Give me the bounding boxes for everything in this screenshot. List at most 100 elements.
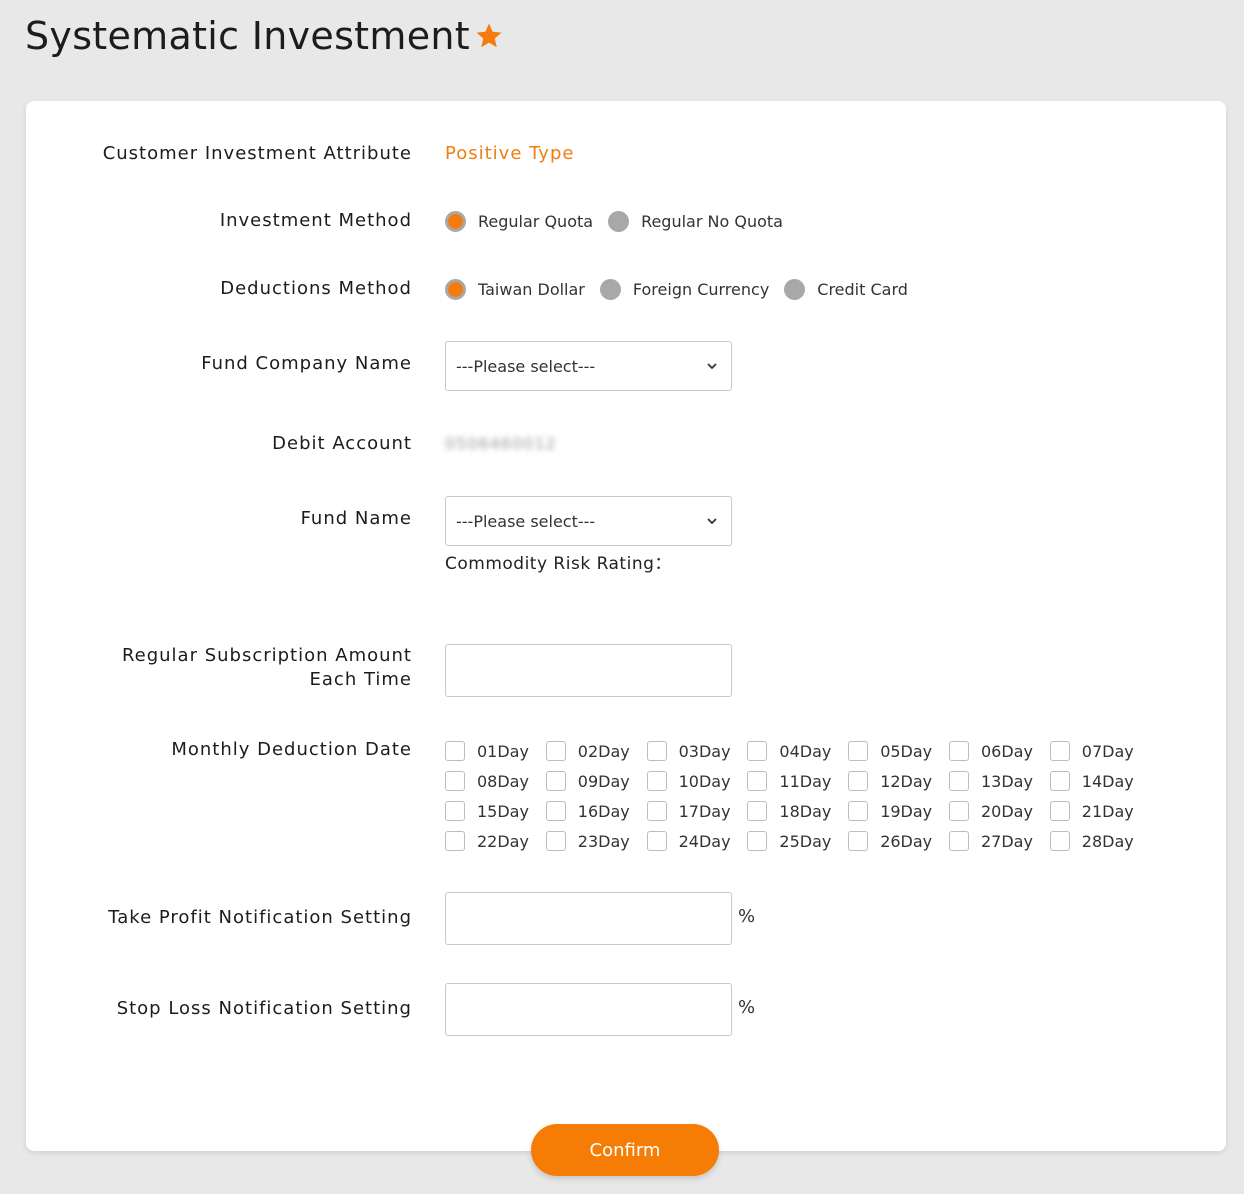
day-label: 22Day bbox=[477, 831, 529, 851]
checkbox-box bbox=[848, 831, 869, 851]
checkbox-box bbox=[1049, 771, 1070, 791]
day-checkbox-25[interactable]: 25Day bbox=[747, 830, 848, 852]
day-label: 07Day bbox=[1081, 741, 1134, 761]
day-checkbox-14[interactable]: 14Day bbox=[1049, 770, 1151, 792]
day-checkbox-12[interactable]: 12Day bbox=[848, 770, 949, 792]
day-label: 03Day bbox=[678, 741, 731, 761]
fund-company-selected: ---Please select--- bbox=[456, 356, 596, 376]
form-card: Customer Investment Attribute Positive T… bbox=[26, 101, 1226, 1151]
day-checkbox-18[interactable]: 18Day bbox=[747, 800, 848, 822]
day-checkbox-11[interactable]: 11Day bbox=[747, 770, 848, 792]
checkbox-box bbox=[747, 801, 768, 821]
radio-dot bbox=[445, 210, 466, 232]
checkbox-box bbox=[545, 741, 566, 761]
day-checkbox-13[interactable]: 13Day bbox=[948, 770, 1050, 792]
star-icon bbox=[476, 23, 502, 48]
take-profit-label: Take Profit Notification Setting bbox=[108, 907, 412, 928]
stop-loss-unit: % bbox=[738, 997, 756, 1018]
day-label: 04Day bbox=[779, 741, 832, 761]
page-title-text: Systematic Investment bbox=[25, 14, 470, 58]
day-checkbox-22[interactable]: 22Day bbox=[445, 830, 546, 852]
day-checkbox-28[interactable]: 28Day bbox=[1049, 830, 1151, 852]
day-checkbox-19[interactable]: 19Day bbox=[848, 800, 949, 822]
day-label: 26Day bbox=[880, 831, 933, 851]
day-label: 24Day bbox=[678, 831, 731, 851]
radio-dot bbox=[608, 210, 630, 232]
day-label: 09Day bbox=[577, 771, 630, 791]
radio-dot bbox=[445, 278, 466, 300]
day-checkbox-27[interactable]: 27Day bbox=[948, 830, 1050, 852]
investment-method-radios: Regular Quota Regular No Quota bbox=[445, 209, 798, 233]
deduction-day-grid: 01Day 02Day 03Day 04Day 05Day 06Day 07Day 08Day… bbox=[445, 740, 1151, 852]
commodity-risk-rating: Commodity Risk Rating： bbox=[445, 554, 672, 574]
day-checkbox-2[interactable]: 02Day bbox=[545, 740, 647, 762]
day-checkbox-7[interactable]: 07Day bbox=[1049, 740, 1151, 762]
radio-foreign-currency[interactable]: Foreign Currency bbox=[599, 278, 769, 300]
day-checkbox-20[interactable]: 20Day bbox=[948, 800, 1050, 822]
day-checkbox-24[interactable]: 24Day bbox=[646, 830, 748, 852]
day-label: 25Day bbox=[779, 831, 832, 851]
day-checkbox-26[interactable]: 26Day bbox=[848, 830, 949, 852]
day-checkbox-8[interactable]: 08Day bbox=[445, 770, 546, 792]
radio-regular-no-quota[interactable]: Regular No Quota bbox=[608, 210, 783, 232]
radio-credit-card[interactable]: Credit Card bbox=[784, 278, 908, 300]
take-profit-input[interactable] bbox=[445, 892, 732, 945]
checkbox-box bbox=[646, 801, 667, 821]
fund-company-select[interactable]: ---Please select--- bbox=[445, 341, 732, 391]
day-checkbox-17[interactable]: 17Day bbox=[646, 800, 748, 822]
radio-label: Regular No Quota bbox=[641, 211, 783, 231]
day-label: 11Day bbox=[779, 771, 832, 791]
subscription-amount-input[interactable] bbox=[445, 644, 732, 697]
stop-loss-label: Stop Loss Notification Setting bbox=[116, 998, 412, 1019]
fund-name-selected: ---Please select--- bbox=[456, 511, 596, 531]
checkbox-box bbox=[747, 771, 768, 791]
radio-label: Taiwan Dollar bbox=[478, 279, 585, 299]
checkbox-box bbox=[445, 741, 465, 761]
checkbox-box bbox=[545, 771, 566, 791]
debit-account-value: 0506460012 bbox=[445, 434, 557, 453]
day-label: 19Day bbox=[880, 801, 933, 821]
checkbox-box bbox=[948, 771, 969, 791]
radio-regular-quota[interactable]: Regular Quota bbox=[445, 210, 593, 232]
day-checkbox-21[interactable]: 21Day bbox=[1049, 800, 1151, 822]
attribute-value: Positive Type bbox=[445, 143, 575, 164]
day-label: 17Day bbox=[678, 801, 731, 821]
day-checkbox-3[interactable]: 03Day bbox=[646, 740, 748, 762]
day-checkbox-15[interactable]: 15Day bbox=[445, 800, 546, 822]
radio-label: Credit Card bbox=[817, 279, 908, 299]
day-checkbox-9[interactable]: 09Day bbox=[545, 770, 647, 792]
checkbox-box bbox=[646, 771, 667, 791]
day-checkbox-4[interactable]: 04Day bbox=[747, 740, 848, 762]
day-label: 12Day bbox=[880, 771, 933, 791]
day-checkbox-5[interactable]: 05Day bbox=[848, 740, 949, 762]
day-checkbox-16[interactable]: 16Day bbox=[545, 800, 647, 822]
radio-taiwan-dollar[interactable]: Taiwan Dollar bbox=[445, 278, 585, 300]
checkbox-box bbox=[948, 801, 969, 821]
deductions-method-label: Deductions Method bbox=[220, 278, 412, 299]
day-checkbox-6[interactable]: 06Day bbox=[948, 740, 1050, 762]
checkbox-box bbox=[1049, 741, 1070, 761]
checkbox-box bbox=[948, 831, 969, 851]
day-checkbox-10[interactable]: 10Day bbox=[646, 770, 748, 792]
day-checkbox-1[interactable]: 01Day bbox=[445, 740, 546, 762]
fund-name-select[interactable]: ---Please select--- bbox=[445, 496, 732, 546]
attribute-label: Customer Investment Attribute bbox=[102, 143, 412, 164]
day-label: 16Day bbox=[577, 801, 630, 821]
day-label: 14Day bbox=[1081, 771, 1134, 791]
checkbox-box bbox=[445, 771, 465, 791]
fund-name-label: Fund Name bbox=[300, 508, 412, 529]
day-label: 27Day bbox=[980, 831, 1033, 851]
day-label: 06Day bbox=[980, 741, 1033, 761]
stop-loss-input[interactable] bbox=[445, 983, 732, 1036]
checkbox-box bbox=[545, 831, 566, 851]
day-label: 21Day bbox=[1081, 801, 1134, 821]
day-checkbox-23[interactable]: 23Day bbox=[545, 830, 647, 852]
confirm-button[interactable]: Confirm bbox=[531, 1124, 719, 1176]
day-label: 08Day bbox=[477, 771, 529, 791]
day-label: 18Day bbox=[779, 801, 832, 821]
checkbox-box bbox=[848, 771, 869, 791]
deduction-date-label: Monthly Deduction Date bbox=[171, 739, 412, 760]
checkbox-box bbox=[646, 741, 667, 761]
chevron-down-icon bbox=[707, 518, 717, 525]
checkbox-box bbox=[445, 801, 465, 821]
